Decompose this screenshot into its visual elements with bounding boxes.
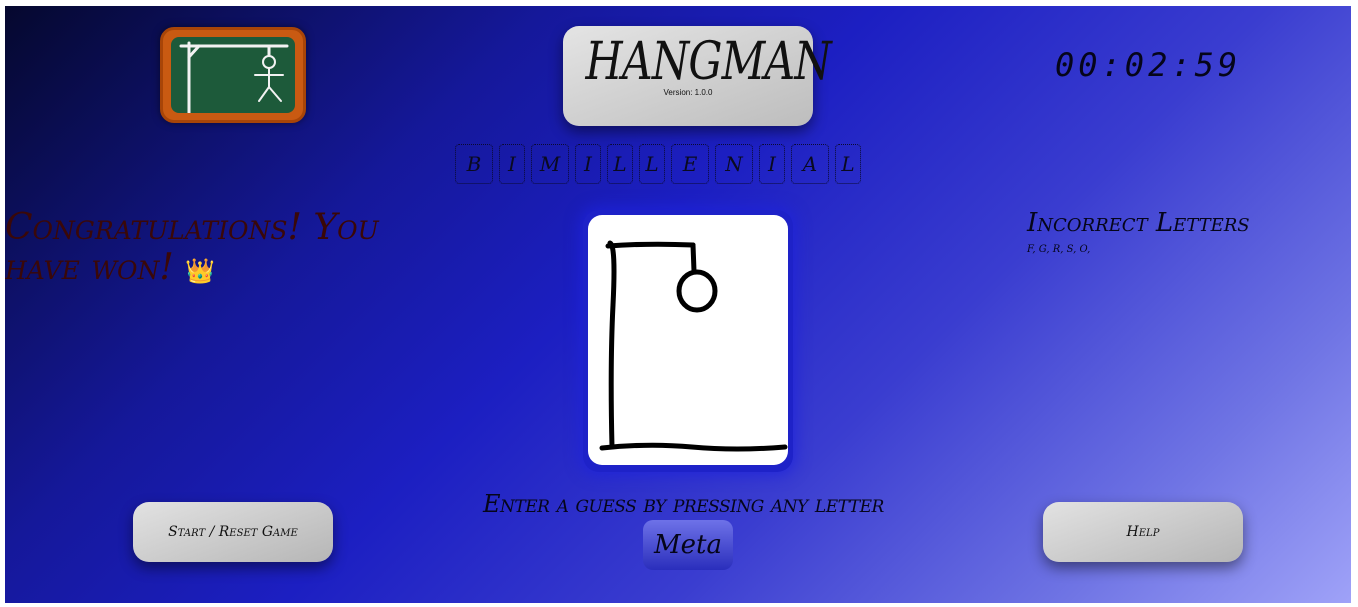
letter-tile: L bbox=[835, 144, 861, 184]
gallows-beam bbox=[605, 241, 696, 249]
meta-key-button[interactable]: Meta bbox=[643, 520, 733, 570]
chalkboard bbox=[171, 37, 295, 115]
gallows-rope bbox=[690, 242, 697, 274]
letter-tile: M bbox=[531, 144, 569, 184]
letter-tile: E bbox=[671, 144, 709, 184]
letter-tile: I bbox=[499, 144, 525, 184]
gallows-post bbox=[607, 240, 617, 450]
guess-prompt: Enter a guess by pressing any letter bbox=[483, 490, 884, 518]
gallows-canvas bbox=[588, 215, 788, 465]
letter-tile: I bbox=[575, 144, 601, 184]
hangman-head bbox=[676, 269, 718, 313]
hangman-logo-icon bbox=[160, 27, 306, 123]
letter-tile: B bbox=[455, 144, 493, 184]
win-message: Congratulations! You have won! 👑 bbox=[5, 208, 425, 291]
chalk-gallows-icon bbox=[179, 41, 289, 115]
game-title: HANGMAN bbox=[585, 32, 832, 92]
letter-tile: L bbox=[607, 144, 633, 184]
gallows-base bbox=[599, 442, 788, 452]
incorrect-letters-list: F, G, R, S, O, bbox=[1027, 244, 1091, 255]
gallows-panel bbox=[583, 210, 793, 472]
start-reset-button[interactable]: Start / Reset Game bbox=[133, 502, 333, 562]
gallows-drawing-icon bbox=[599, 240, 788, 452]
letter-tile: N bbox=[715, 144, 753, 184]
crown-icon: 👑 bbox=[185, 257, 216, 285]
word-tiles: BIMILLENIAL bbox=[455, 144, 861, 184]
help-button[interactable]: Help bbox=[1043, 502, 1243, 562]
letter-tile: I bbox=[759, 144, 785, 184]
game-timer: 00:02:59 bbox=[1055, 46, 1242, 84]
title-card: HANGMAN Version: 1.0.0 bbox=[563, 26, 832, 126]
letter-tile: A bbox=[791, 144, 829, 184]
incorrect-letters-title: Incorrect Letters bbox=[1027, 208, 1250, 238]
game-stage: HANGMAN Version: 1.0.0 00:02:59 BIMILLEN… bbox=[5, 6, 1351, 603]
letter-tile: L bbox=[639, 144, 665, 184]
